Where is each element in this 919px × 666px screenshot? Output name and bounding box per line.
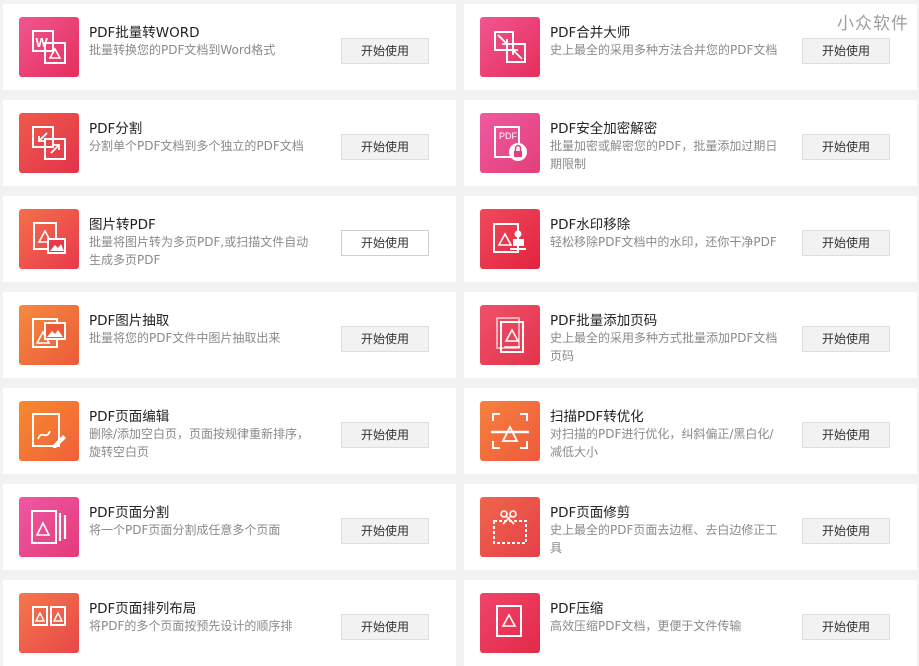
tool-title: PDF水印移除 bbox=[550, 217, 631, 233]
image-to-pdf-icon bbox=[19, 209, 79, 269]
tool-title: PDF安全加密解密 bbox=[550, 121, 658, 137]
tool-description: 批量将您的PDF文件中图片抽取出来 bbox=[89, 331, 281, 345]
start-button[interactable]: 开始使用 bbox=[341, 422, 429, 448]
word-convert-icon: W bbox=[19, 17, 79, 77]
tool-title: PDF页面分割 bbox=[89, 505, 170, 521]
tool-description: 批量转换您的PDF文档到Word格式 bbox=[89, 43, 276, 57]
start-button[interactable]: 开始使用 bbox=[341, 38, 429, 64]
tool-title: PDF页面编辑 bbox=[89, 409, 170, 425]
tool-description: 分割单个PDF文档到多个独立的PDF文档 bbox=[89, 139, 304, 153]
tool-card-page-edit[interactable]: PDF页面编辑 删除/添加空白页，页面按规律重新排序，旋转空白页 开始使用 bbox=[3, 388, 456, 474]
start-button[interactable]: 开始使用 bbox=[802, 422, 890, 448]
tool-description: 史上最全的采用多种方式批量添加PDF文档页码 bbox=[550, 331, 778, 363]
tool-title: 扫描PDF转优化 bbox=[550, 409, 644, 425]
tool-description: 删除/添加空白页，页面按规律重新排序，旋转空白页 bbox=[89, 427, 310, 459]
tool-grid: W PDF批量转WORD 批量转换您的PDF文档到Word格式 开始使用 PDF… bbox=[0, 0, 919, 666]
svg-text:PDF: PDF bbox=[499, 131, 518, 141]
start-button[interactable]: 开始使用 bbox=[802, 614, 890, 640]
image-extract-icon bbox=[19, 305, 79, 365]
tool-title: PDF图片抽取 bbox=[89, 313, 170, 329]
tool-card-scan-optimize[interactable]: 扫描PDF转优化 对扫描的PDF进行优化，纠斜偏正/黑白化/减低大小 开始使用 bbox=[464, 388, 917, 474]
tool-title: PDF合并大师 bbox=[550, 25, 631, 41]
start-button[interactable]: 开始使用 bbox=[802, 38, 890, 64]
start-button[interactable]: 开始使用 bbox=[341, 230, 429, 256]
tool-card-page-split[interactable]: PDF页面分割 将一个PDF页面分割成任意多个页面 开始使用 bbox=[3, 484, 456, 570]
tool-card-image-to-pdf[interactable]: 图片转PDF 批量将图片转为多页PDF,或扫描文件自动生成多页PDF 开始使用 bbox=[3, 196, 456, 282]
tool-card-word-convert[interactable]: W PDF批量转WORD 批量转换您的PDF文档到Word格式 开始使用 bbox=[3, 4, 456, 90]
tool-title: PDF批量添加页码 bbox=[550, 313, 658, 329]
tool-description: 将一个PDF页面分割成任意多个页面 bbox=[89, 523, 281, 537]
tool-card-encrypt[interactable]: PDF PDF安全加密解密 批量加密或解密您的PDF，批量添加过期日期限制 开始… bbox=[464, 100, 917, 186]
tool-description: 史上最全的PDF页面去边框、去白边修正工具 bbox=[550, 523, 778, 555]
tool-title: PDF批量转WORD bbox=[89, 25, 200, 41]
tool-title: PDF分割 bbox=[89, 121, 143, 137]
start-button[interactable]: 开始使用 bbox=[802, 326, 890, 352]
tool-description: 史上最全的采用多种方法合并您的PDF文档 bbox=[550, 43, 778, 57]
tool-card-layout[interactable]: PDF页面排列布局 将PDF的多个页面按预先设计的顺序排 开始使用 bbox=[3, 580, 456, 666]
page-edit-icon bbox=[19, 401, 79, 461]
tool-card-image-extract[interactable]: PDF图片抽取 批量将您的PDF文件中图片抽取出来 开始使用 bbox=[3, 292, 456, 378]
compress-icon bbox=[480, 593, 540, 653]
tool-description: 轻松移除PDF文档中的水印，还你干净PDF bbox=[550, 235, 777, 249]
merge-icon bbox=[480, 17, 540, 77]
tool-card-page-number[interactable]: PDF批量添加页码 史上最全的采用多种方式批量添加PDF文档页码 开始使用 bbox=[464, 292, 917, 378]
start-button[interactable]: 开始使用 bbox=[341, 134, 429, 160]
tool-description: 将PDF的多个页面按预先设计的顺序排 bbox=[89, 619, 293, 633]
tool-description: 批量将图片转为多页PDF,或扫描文件自动生成多页PDF bbox=[89, 235, 309, 267]
start-button[interactable]: 开始使用 bbox=[802, 134, 890, 160]
tool-description: 对扫描的PDF进行优化，纠斜偏正/黑白化/减低大小 bbox=[550, 427, 774, 459]
watermark-text: 小众软件 bbox=[837, 14, 909, 34]
start-button[interactable]: 开始使用 bbox=[341, 614, 429, 640]
tool-title: PDF页面修剪 bbox=[550, 505, 631, 521]
tool-card-compress[interactable]: PDF压缩 高效压缩PDF文档，更便于文件传输 开始使用 bbox=[464, 580, 917, 666]
page-split-icon bbox=[19, 497, 79, 557]
start-button[interactable]: 开始使用 bbox=[802, 230, 890, 256]
start-button[interactable]: 开始使用 bbox=[341, 518, 429, 544]
start-button[interactable]: 开始使用 bbox=[802, 518, 890, 544]
tool-title: PDF压缩 bbox=[550, 601, 604, 617]
tool-card-crop[interactable]: PDF页面修剪 史上最全的PDF页面去边框、去白边修正工具 开始使用 bbox=[464, 484, 917, 570]
start-button[interactable]: 开始使用 bbox=[341, 326, 429, 352]
scan-optimize-icon bbox=[480, 401, 540, 461]
tool-card-split[interactable]: PDF分割 分割单个PDF文档到多个独立的PDF文档 开始使用 bbox=[3, 100, 456, 186]
page-number-icon bbox=[480, 305, 540, 365]
crop-icon bbox=[480, 497, 540, 557]
tool-title: 图片转PDF bbox=[89, 217, 156, 233]
split-icon bbox=[19, 113, 79, 173]
tool-description: 高效压缩PDF文档，更便于文件传输 bbox=[550, 619, 742, 633]
tool-description: 批量加密或解密您的PDF，批量添加过期日期限制 bbox=[550, 139, 778, 171]
tool-card-watermark-remove[interactable]: PDF水印移除 轻松移除PDF文档中的水印，还你干净PDF 开始使用 bbox=[464, 196, 917, 282]
tool-title: PDF页面排列布局 bbox=[89, 601, 197, 617]
layout-icon bbox=[19, 593, 79, 653]
lock-icon: PDF bbox=[480, 113, 540, 173]
watermark-remove-icon bbox=[480, 209, 540, 269]
